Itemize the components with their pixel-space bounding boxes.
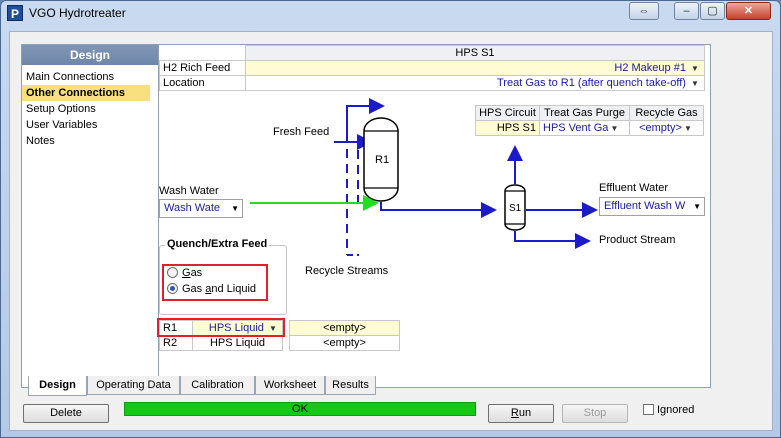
tab-results[interactable]: Results (325, 376, 376, 395)
status-bar: OK (124, 402, 476, 416)
nav-item-user-variables[interactable]: User Variables (22, 117, 158, 133)
connections-panel: HPS S1 H2 Rich Feed H2 Makeup #1 ▼ Locat… (157, 44, 711, 388)
chevron-down-icon: ▼ (231, 204, 239, 213)
product-stream-label: Product Stream (599, 234, 676, 246)
radio-gas-indicator[interactable] (167, 267, 178, 278)
nav-item-other-connections[interactable]: Other Connections (22, 85, 150, 101)
wash-water-label: Wash Water (159, 185, 219, 197)
tab-operating-data[interactable]: Operating Data (87, 376, 180, 395)
effluent-water-select[interactable]: Effluent Wash W ▼ (599, 197, 705, 216)
chevron-down-icon: ▼ (693, 202, 701, 211)
wash-water-select[interactable]: Wash Wate ▼ (159, 199, 243, 218)
run-button[interactable]: Run (488, 404, 554, 423)
nav-item-main-connections[interactable]: Main Connections (22, 69, 158, 85)
tab-worksheet[interactable]: Worksheet (255, 376, 325, 395)
recycle-streams-label: Recycle Streams (305, 265, 389, 277)
restore-icon[interactable]: ⇔ (629, 2, 659, 20)
separator-label: S1 (509, 203, 522, 214)
product-stream-line (514, 231, 591, 249)
tab-calibration[interactable]: Calibration (180, 376, 255, 395)
quench-group-title: Quench/Extra Feed (165, 238, 270, 250)
tab-design[interactable]: Design (28, 376, 87, 396)
reactor-label: R1 (375, 154, 389, 166)
design-nav-panel: Design Main Connections Other Connection… (21, 44, 159, 388)
maximize-button[interactable]: ▢ (700, 2, 725, 20)
stop-button[interactable]: Stop (562, 404, 628, 423)
minimize-button[interactable]: – (674, 2, 699, 20)
radio-gas-and-liquid[interactable]: Gas and Liquid (167, 283, 256, 295)
r2-extra-cell[interactable]: <empty> (289, 335, 400, 351)
radio-gas[interactable]: Gas (167, 267, 202, 279)
radio-gas-and-liquid-indicator[interactable] (167, 283, 178, 294)
highlight-box-r1 (157, 318, 285, 337)
checkbox-box[interactable] (643, 404, 654, 415)
r2-select[interactable]: HPS Liquid (192, 335, 283, 351)
nav-header: Design (22, 45, 158, 65)
window-title: VGO Hydrotreater (29, 6, 126, 20)
nav-item-notes[interactable]: Notes (22, 133, 158, 149)
r1-extra-cell[interactable]: <empty> (289, 320, 400, 336)
delete-button[interactable]: Delete (23, 404, 109, 423)
effluent-water-label: Effluent Water (599, 182, 669, 194)
app-icon: P (7, 5, 23, 21)
property-view: Design Main Connections Other Connection… (9, 31, 773, 431)
reactor-effluent-stream (380, 202, 497, 218)
nav-item-setup-options[interactable]: Setup Options (22, 101, 158, 117)
r2-label: R2 (159, 335, 193, 351)
fresh-feed-label: Fresh Feed (273, 126, 330, 138)
title-bar[interactable]: P VGO Hydrotreater ⇔ – ▢ ✕ (1, 1, 780, 25)
ignored-checkbox[interactable]: Ignored (643, 404, 694, 416)
main-window: P VGO Hydrotreater ⇔ – ▢ ✕ Design Main C… (0, 0, 781, 438)
close-button[interactable]: ✕ (726, 2, 771, 20)
